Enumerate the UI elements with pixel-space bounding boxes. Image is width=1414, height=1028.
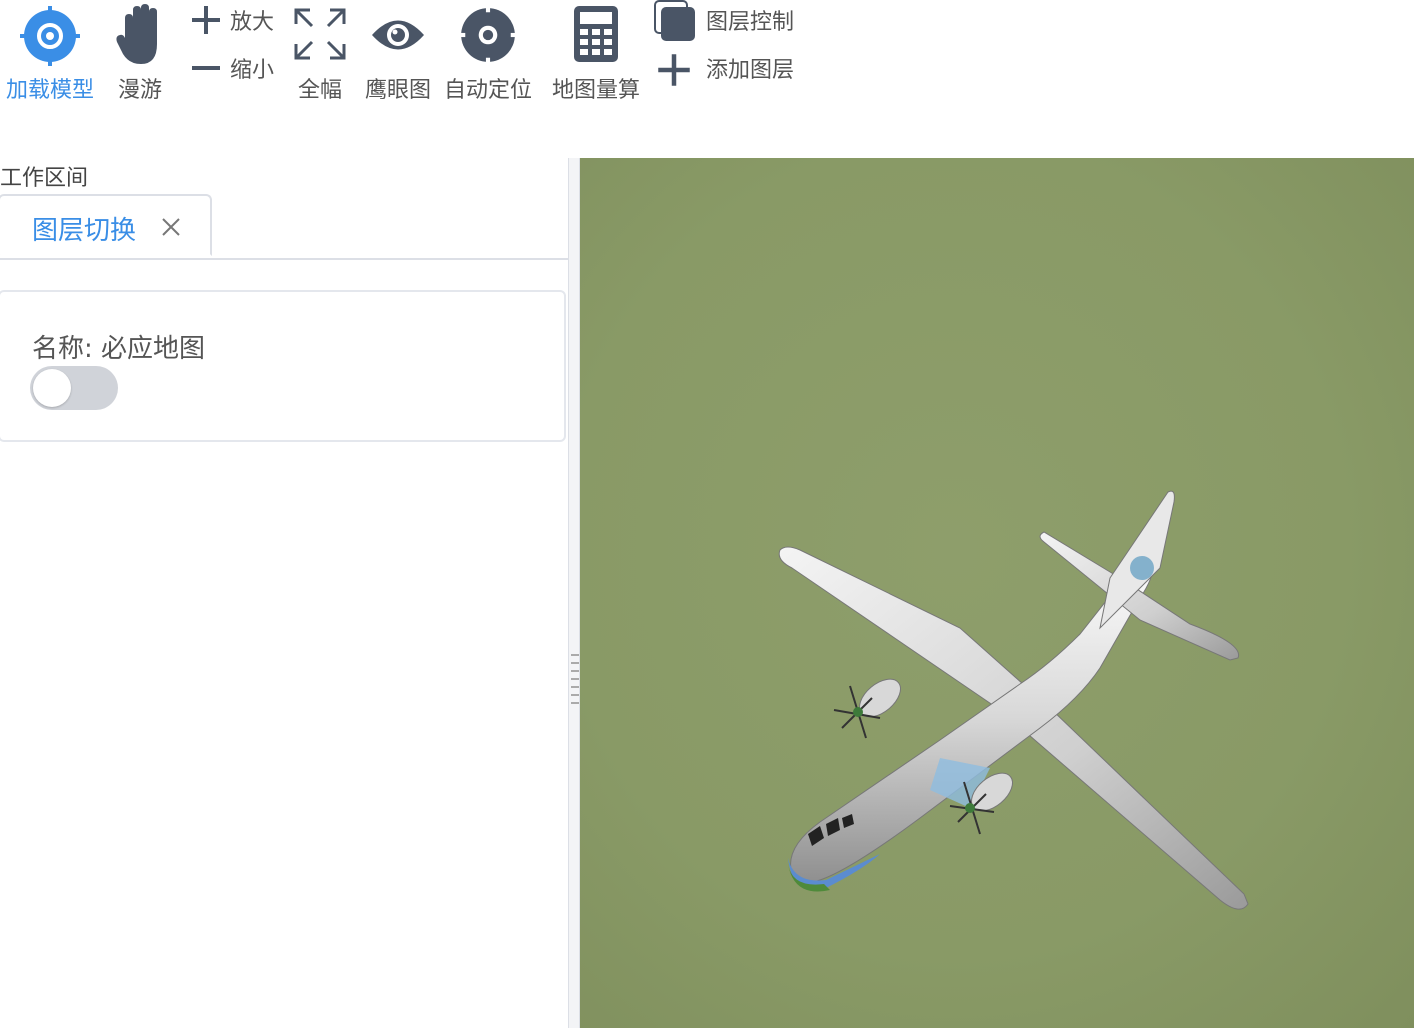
minus-icon xyxy=(192,66,220,70)
airplane-model xyxy=(778,490,1249,910)
layer-visibility-toggle[interactable] xyxy=(30,366,118,410)
zoom-out-button[interactable]: 缩小 xyxy=(190,50,290,86)
eagle-eye-label: 鹰眼图 xyxy=(364,78,431,103)
workspace-title: 工作区间 xyxy=(0,166,89,191)
close-icon[interactable] xyxy=(158,214,184,240)
layer-name: 名称: 必应地图 xyxy=(32,334,206,364)
load-model-label: 加载模型 xyxy=(5,78,94,103)
map-measure-label: 地图量算 xyxy=(551,78,640,103)
toggle-knob xyxy=(33,369,71,407)
locate-icon xyxy=(457,4,519,66)
toolbar: 加载模型 漫游 放大 缩小 全幅 鹰眼图 自动定位 地图量算 图层控制 添加图层 xyxy=(0,0,820,110)
zoom-out-label: 缩小 xyxy=(230,58,275,83)
load-model-button[interactable]: 加载模型 xyxy=(0,0,100,104)
auto-locate-label: 自动定位 xyxy=(443,78,532,103)
add-layer-label: 添加图层 xyxy=(706,58,795,83)
tab-label: 图层切换 xyxy=(32,216,137,246)
add-layer-button[interactable]: 添加图层 xyxy=(656,50,816,86)
calculator-icon xyxy=(574,6,618,62)
map-viewport[interactable] xyxy=(580,158,1414,1028)
zoom-in-label: 放大 xyxy=(230,10,275,35)
add-icon xyxy=(658,54,690,86)
layer-control-button[interactable]: 图层控制 xyxy=(654,0,814,44)
tab-bar: 图层切换 xyxy=(0,194,568,260)
hand-icon xyxy=(116,4,157,64)
expand-icon xyxy=(294,8,346,60)
layer-card: 名称: 必应地图 xyxy=(0,290,566,442)
layers-icon xyxy=(654,0,695,41)
zoom-in-button[interactable]: 放大 xyxy=(190,2,290,38)
drag-handle-icon xyxy=(571,654,579,714)
full-extent-button[interactable]: 全幅 xyxy=(290,0,350,104)
layer-control-label: 图层控制 xyxy=(706,10,795,35)
eagle-eye-button[interactable]: 鹰眼图 xyxy=(358,0,438,104)
map-measure-button[interactable]: 地图量算 xyxy=(546,0,646,104)
panel-splitter[interactable] xyxy=(568,158,580,1028)
roam-label: 漫游 xyxy=(117,78,162,103)
plus-icon xyxy=(192,6,220,34)
tab-layer-switch[interactable]: 图层切换 xyxy=(0,194,212,256)
eye-icon xyxy=(372,20,424,50)
roam-button[interactable]: 漫游 xyxy=(110,0,170,104)
crosshair-icon xyxy=(20,6,80,66)
auto-locate-button[interactable]: 自动定位 xyxy=(440,0,536,104)
full-extent-label: 全幅 xyxy=(297,78,342,103)
